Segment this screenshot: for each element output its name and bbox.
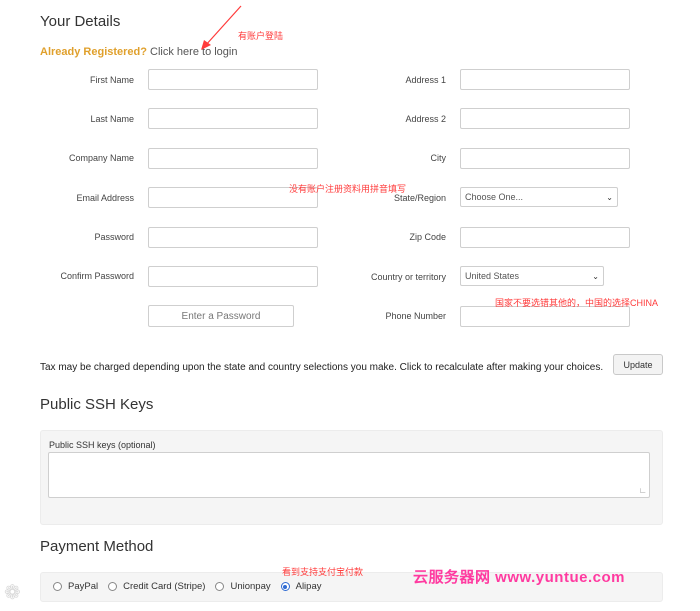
login-annotation: 有账户登陆 bbox=[238, 31, 284, 41]
watermark-text: 云服务器网 www.yuntue.com bbox=[413, 569, 625, 586]
radio-alipay[interactable] bbox=[280, 582, 290, 591]
payment-annotation: 看到支持支付宝付款 bbox=[282, 567, 364, 577]
enter-password-button[interactable]: Enter a Password bbox=[148, 305, 294, 327]
company-name-label: Company Name bbox=[68, 153, 134, 163]
radio-unionpay[interactable] bbox=[215, 582, 225, 591]
payment-option-stripe[interactable]: Credit Card (Stripe) bbox=[108, 581, 205, 592]
payment-option-paypal[interactable]: PayPal bbox=[53, 581, 98, 592]
already-registered-text: Already Registered? bbox=[40, 46, 147, 58]
phone-label: Phone Number bbox=[385, 311, 446, 321]
country-select-value: United States bbox=[465, 271, 520, 281]
confirm-password-label: Confirm Password bbox=[60, 271, 134, 281]
annotation-arrow-icon bbox=[201, 5, 242, 50]
unionpay-label: Unionpay bbox=[230, 581, 271, 592]
city-label: City bbox=[430, 153, 447, 163]
radio-paypal[interactable] bbox=[53, 582, 62, 591]
zip-label: Zip Code bbox=[409, 232, 446, 242]
confirm-password-input[interactable] bbox=[148, 266, 318, 287]
zip-input[interactable] bbox=[460, 227, 630, 248]
state-select-value: Choose One... bbox=[465, 192, 524, 202]
ssh-heading: Public SSH Keys bbox=[40, 396, 154, 413]
country-annotation: 国家不要选错其他的，中国的选择CHINA bbox=[495, 298, 659, 308]
payment-option-alipay[interactable]: Alipay bbox=[280, 581, 322, 592]
address1-input[interactable] bbox=[460, 69, 630, 90]
state-select[interactable]: Choose One... ⌄ bbox=[460, 187, 618, 207]
payment-options: PayPal Credit Card (Stripe) Unionpay Ali… bbox=[53, 581, 331, 592]
address1-label: Address 1 bbox=[405, 75, 446, 85]
chevron-down-icon: ⌄ bbox=[606, 192, 613, 202]
email-label: Email Address bbox=[76, 193, 134, 203]
company-name-input[interactable] bbox=[148, 148, 318, 169]
payment-option-unionpay[interactable]: Unionpay bbox=[215, 581, 271, 592]
address2-label: Address 2 bbox=[405, 114, 446, 124]
phone-input[interactable] bbox=[460, 306, 630, 327]
city-input[interactable] bbox=[460, 148, 630, 169]
alipay-label: Alipay bbox=[295, 581, 322, 592]
stripe-label: Credit Card (Stripe) bbox=[123, 581, 206, 592]
chevron-down-icon: ⌄ bbox=[592, 271, 599, 281]
payment-heading: Payment Method bbox=[40, 538, 154, 555]
last-name-input[interactable] bbox=[148, 108, 318, 129]
ssh-keys-label: Public SSH keys (optional) bbox=[49, 440, 156, 450]
your-details-heading: Your Details bbox=[40, 13, 121, 30]
watermark-logo-icon: ❁ bbox=[4, 582, 21, 604]
radio-stripe[interactable] bbox=[108, 582, 118, 591]
register-annotation: 没有账户注册资料用拼音填写 bbox=[289, 184, 407, 194]
password-input[interactable] bbox=[148, 227, 318, 248]
update-button[interactable]: Update bbox=[613, 354, 663, 375]
first-name-input[interactable] bbox=[148, 69, 318, 90]
resize-handle-icon[interactable]: ∟ bbox=[639, 486, 647, 495]
country-select[interactable]: United States ⌄ bbox=[460, 266, 604, 286]
first-name-label: First Name bbox=[89, 75, 134, 85]
tax-note: Tax may be charged depending upon the st… bbox=[40, 362, 604, 373]
address2-input[interactable] bbox=[460, 108, 630, 129]
country-label: Country or territory bbox=[370, 272, 446, 282]
password-label: Password bbox=[94, 232, 134, 242]
ssh-keys-textarea[interactable] bbox=[48, 452, 650, 498]
paypal-label: PayPal bbox=[68, 581, 99, 592]
last-name-label: Last Name bbox=[90, 114, 134, 124]
